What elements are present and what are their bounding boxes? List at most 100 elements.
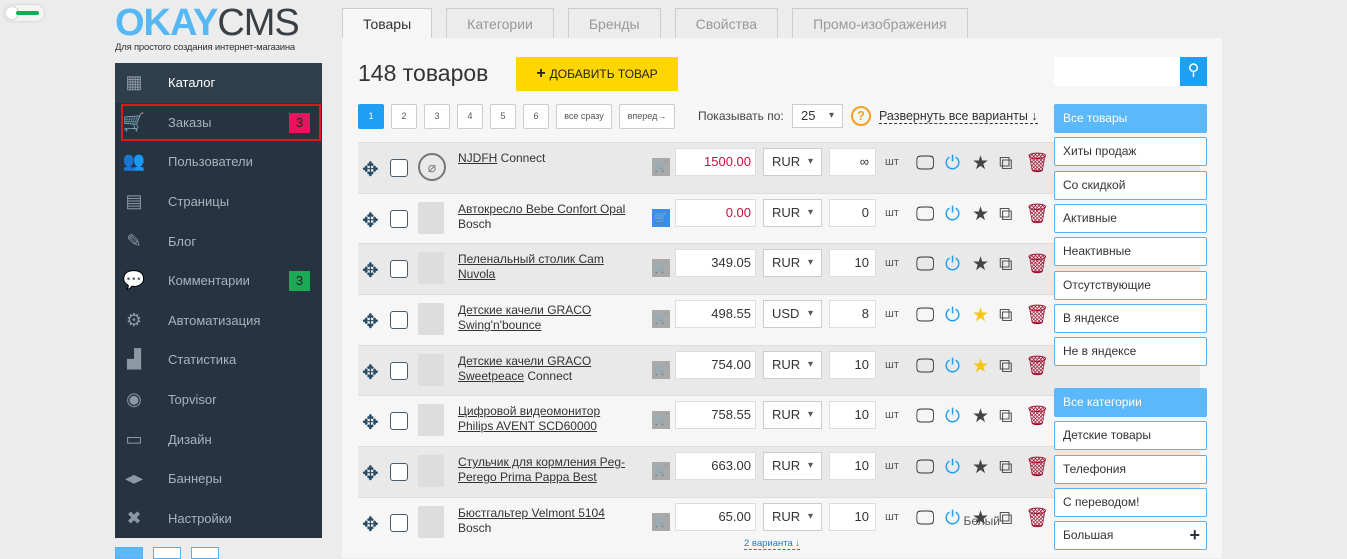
- stock-input[interactable]: ∞: [829, 148, 876, 176]
- variants-link[interactable]: 2 варианта ↓: [744, 538, 801, 550]
- power-icon[interactable]: ⏻: [945, 457, 960, 479]
- star-icon[interactable]: ★: [972, 356, 989, 378]
- filter-2[interactable]: Со скидкой: [1054, 170, 1207, 200]
- copy-icon[interactable]: ⧉: [999, 406, 1013, 428]
- stock-input[interactable]: 10: [829, 502, 876, 531]
- sidebar-item-8[interactable]: ◉ Topvisor: [115, 380, 322, 420]
- add-product-button[interactable]: + ДОБАВИТЬ ТОВАР: [516, 57, 678, 91]
- help-icon[interactable]: ?: [851, 106, 871, 126]
- row-checkbox[interactable]: [390, 311, 408, 330]
- expand-variants-link[interactable]: Развернуть все варианты ↓: [879, 109, 1038, 124]
- drag-handle-icon[interactable]: ✥: [362, 360, 379, 385]
- page-button-7[interactable]: вперед→: [619, 104, 675, 129]
- filter-6[interactable]: В яндексе: [1054, 303, 1207, 333]
- page-button-5[interactable]: 6: [523, 104, 549, 129]
- sidebar-item-9[interactable]: ▭ Дизайн: [115, 419, 322, 459]
- stock-input[interactable]: 10: [829, 401, 876, 430]
- product-link[interactable]: Автокресло Bebe Confort Opal: [458, 202, 625, 216]
- sidebar-item-4[interactable]: ✎ Блог: [115, 221, 322, 261]
- power-icon[interactable]: ⏻: [945, 508, 960, 530]
- star-icon[interactable]: ★: [972, 508, 989, 530]
- category-4[interactable]: Большая +: [1054, 521, 1207, 551]
- star-icon[interactable]: ★: [972, 153, 989, 175]
- copy-icon[interactable]: ⧉: [999, 305, 1013, 327]
- row-checkbox[interactable]: [390, 260, 408, 279]
- currency-select[interactable]: RUR: [763, 198, 822, 227]
- power-icon[interactable]: ⏻: [945, 305, 960, 327]
- product-link[interactable]: NJDFH: [458, 151, 497, 165]
- monitor-icon[interactable]: 🖵: [916, 305, 934, 327]
- page-button-2[interactable]: 3: [424, 104, 450, 129]
- product-link[interactable]: Детские качели GRACO Swing'n'bounce: [458, 303, 591, 332]
- cart-icon[interactable]: 🛒: [652, 512, 670, 531]
- stock-input[interactable]: 10: [829, 452, 876, 481]
- trash-icon[interactable]: 🗑: [1025, 508, 1049, 530]
- sidebar-item-6[interactable]: ⚙ Автоматизация: [115, 301, 322, 341]
- price-input[interactable]: 498.55: [675, 300, 756, 329]
- trash-icon[interactable]: 🗑: [1025, 153, 1049, 175]
- search-button[interactable]: ⚲: [1180, 57, 1207, 86]
- stock-input[interactable]: 0: [829, 198, 876, 227]
- drag-handle-icon[interactable]: ✥: [362, 512, 379, 537]
- sidebar-item-3[interactable]: ▤ Страницы: [115, 182, 322, 222]
- row-checkbox[interactable]: [390, 463, 408, 482]
- currency-select[interactable]: RUR: [763, 350, 822, 379]
- toggle-switch[interactable]: [4, 5, 44, 21]
- sidebar-pager-2[interactable]: [153, 547, 181, 559]
- drag-handle-icon[interactable]: ✥: [362, 157, 379, 182]
- copy-icon[interactable]: ⧉: [999, 508, 1013, 530]
- cart-icon[interactable]: 🛒: [652, 360, 670, 379]
- cart-icon[interactable]: 🛒: [652, 259, 670, 278]
- stock-input[interactable]: 8: [829, 300, 876, 329]
- category-0[interactable]: Все категории: [1054, 388, 1207, 417]
- tab-4[interactable]: Промо-изображения: [792, 8, 968, 38]
- expand-plus-icon[interactable]: +: [1189, 522, 1200, 549]
- product-link[interactable]: Стульчик для кормления Peg-Perego Prima …: [458, 455, 625, 484]
- copy-icon[interactable]: ⧉: [999, 204, 1013, 226]
- monitor-icon[interactable]: 🖵: [916, 406, 934, 428]
- sidebar-item-0[interactable]: ▦ Каталог: [115, 63, 322, 103]
- tab-0[interactable]: Товары: [342, 8, 433, 38]
- price-input[interactable]: 663.00: [675, 452, 756, 481]
- page-button-0[interactable]: 1: [358, 104, 384, 129]
- tab-1[interactable]: Категории: [446, 8, 554, 38]
- cart-icon[interactable]: 🛒: [652, 158, 670, 176]
- row-checkbox[interactable]: [390, 159, 408, 177]
- price-input[interactable]: 758.55: [675, 401, 756, 430]
- star-icon[interactable]: ★: [972, 457, 989, 479]
- monitor-icon[interactable]: 🖵: [916, 254, 934, 276]
- stock-input[interactable]: 10: [829, 350, 876, 379]
- price-input[interactable]: 65.00: [675, 502, 756, 531]
- price-input[interactable]: 1500.00: [675, 148, 756, 176]
- drag-handle-icon[interactable]: ✥: [362, 309, 379, 334]
- stock-input[interactable]: 10: [829, 249, 876, 278]
- row-checkbox[interactable]: [390, 209, 408, 228]
- cart-icon[interactable]: 🛒: [652, 310, 670, 329]
- trash-icon[interactable]: 🗑: [1025, 254, 1049, 276]
- cart-icon[interactable]: 🛒: [652, 411, 670, 430]
- product-link[interactable]: Пеленальный столик Cam Nuvola: [458, 252, 604, 281]
- price-input[interactable]: 754.00: [675, 350, 756, 379]
- sidebar-pager-1[interactable]: [115, 547, 143, 559]
- trash-icon[interactable]: 🗑: [1025, 204, 1049, 226]
- drag-handle-icon[interactable]: ✥: [362, 208, 379, 233]
- monitor-icon[interactable]: 🖵: [916, 457, 934, 479]
- page-button-3[interactable]: 4: [457, 104, 483, 129]
- category-2[interactable]: Телефония: [1054, 454, 1207, 484]
- cart-icon[interactable]: 🛒: [652, 208, 670, 227]
- power-icon[interactable]: ⏻: [945, 254, 960, 276]
- filter-5[interactable]: Отсутствующие: [1054, 270, 1207, 300]
- currency-select[interactable]: RUR: [763, 401, 822, 430]
- monitor-icon[interactable]: 🖵: [916, 356, 934, 378]
- tab-2[interactable]: Бренды: [567, 8, 661, 38]
- monitor-icon[interactable]: 🖵: [916, 204, 934, 226]
- product-link[interactable]: Бюстгальтер Velmont 5104: [458, 506, 605, 520]
- filter-1[interactable]: Хиты продаж: [1054, 137, 1207, 167]
- filter-7[interactable]: Не в яндексе: [1054, 337, 1207, 367]
- filter-3[interactable]: Активные: [1054, 203, 1207, 233]
- sidebar-item-7[interactable]: ▟ Статистика: [115, 340, 322, 380]
- power-icon[interactable]: ⏻: [945, 153, 960, 175]
- category-1[interactable]: Детские товары: [1054, 421, 1207, 451]
- row-checkbox[interactable]: [390, 513, 408, 532]
- per-page-select[interactable]: 25: [792, 104, 843, 128]
